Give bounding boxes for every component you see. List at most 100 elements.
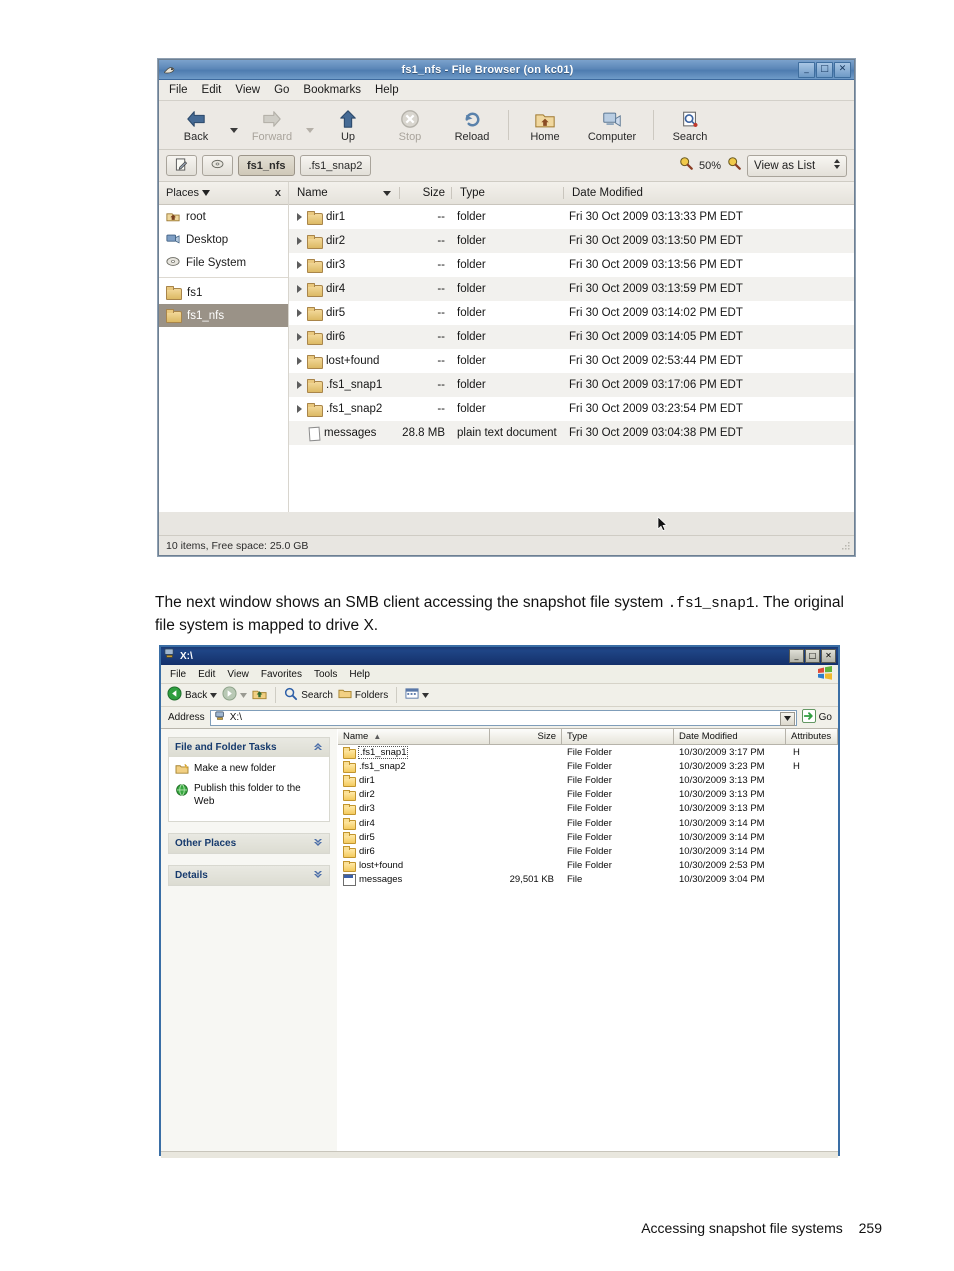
menu-edit[interactable]: Edit [198, 669, 215, 680]
table-row[interactable]: dir3 -- folder Fri 30 Oct 2009 03:13:56 … [289, 253, 854, 277]
go-button[interactable]: Go [801, 709, 838, 726]
view-mode-select[interactable]: View as List [747, 154, 847, 177]
chevron-down-icon[interactable] [240, 690, 248, 701]
zoom-out-icon[interactable] [679, 156, 693, 175]
table-row[interactable]: lost+found -- folder Fri 30 Oct 2009 02:… [289, 349, 854, 373]
maximize-button[interactable]: □ [805, 649, 820, 663]
column-header-date-modified[interactable]: Date Modified [563, 187, 854, 199]
sidebar-item-fs1-nfs[interactable]: fs1_nfs [159, 304, 288, 327]
sidebar-item-fs1[interactable]: fs1 [159, 281, 288, 304]
xp-window-controls[interactable]: _ □ ✕ [789, 649, 836, 663]
menu-help[interactable]: Help [375, 84, 399, 96]
address-input[interactable]: X:\ [209, 709, 797, 726]
table-row[interactable]: dir1 -- folder Fri 30 Oct 2009 03:13:33 … [289, 205, 854, 229]
reload-button[interactable]: Reload [441, 103, 503, 147]
forward-button[interactable] [222, 686, 248, 704]
sidebar-item-root[interactable]: root [159, 205, 288, 228]
minimize-button[interactable]: _ [789, 649, 804, 663]
breadcrumb-fs1-snap2[interactable]: .fs1_snap2 [299, 155, 372, 176]
up-button[interactable] [252, 687, 267, 704]
expander-icon[interactable] [295, 405, 303, 413]
close-button[interactable]: ✕ [834, 61, 851, 78]
folders-button[interactable]: Folders [338, 687, 388, 703]
list-item[interactable]: dir6 File Folder 10/30/2009 3:14 PM [338, 844, 838, 858]
expander-icon[interactable] [295, 333, 303, 341]
zoom-in-icon[interactable] [727, 156, 741, 175]
chevron-down-icon[interactable] [422, 690, 430, 701]
expander-icon[interactable] [295, 309, 303, 317]
panel-header[interactable]: Details [169, 866, 329, 885]
gnome-titlebar[interactable]: fs1_nfs - File Browser (on kc01) _ □ ✕ [159, 60, 854, 80]
minimize-button[interactable]: _ [798, 61, 815, 78]
list-item[interactable]: dir2 File Folder 10/30/2009 3:13 PM [338, 788, 838, 802]
window-controls[interactable]: _ □ ✕ [798, 61, 851, 78]
menu-file[interactable]: File [169, 84, 188, 96]
close-button[interactable]: ✕ [821, 649, 836, 663]
places-header[interactable]: Places x [159, 182, 288, 205]
table-row[interactable]: dir4 -- folder Fri 30 Oct 2009 03:13:59 … [289, 277, 854, 301]
back-history-dropdown[interactable] [227, 103, 241, 147]
list-item[interactable]: .fs1_snap2 File Folder 10/30/2009 3:23 P… [338, 759, 838, 773]
panel-header[interactable]: Other Places [169, 834, 329, 853]
expander-icon[interactable] [295, 381, 303, 389]
menu-view[interactable]: View [235, 84, 260, 96]
menu-help[interactable]: Help [349, 669, 370, 680]
column-header-size[interactable]: Size [399, 187, 451, 199]
task-publish-to-web[interactable]: Publish this folder to the Web [175, 783, 323, 808]
home-button[interactable]: Home [514, 103, 576, 147]
menu-go[interactable]: Go [274, 84, 289, 96]
views-button[interactable] [405, 687, 430, 703]
expander-icon[interactable] [295, 357, 303, 365]
menu-view[interactable]: View [227, 669, 249, 680]
table-row[interactable]: dir5 -- folder Fri 30 Oct 2009 03:14:02 … [289, 301, 854, 325]
forward-button[interactable]: Forward [241, 103, 303, 147]
xp-titlebar[interactable]: X:\ _ □ ✕ [161, 647, 838, 665]
edit-location-button[interactable] [166, 155, 197, 176]
expander-icon[interactable] [295, 261, 303, 269]
table-row[interactable]: dir6 -- folder Fri 30 Oct 2009 03:14:05 … [289, 325, 854, 349]
menu-favorites[interactable]: Favorites [261, 669, 302, 680]
table-row[interactable]: dir2 -- folder Fri 30 Oct 2009 03:13:50 … [289, 229, 854, 253]
chevron-down-icon[interactable] [313, 870, 323, 882]
expander-icon[interactable] [295, 213, 303, 221]
table-row[interactable]: messages 28.8 MB plain text document Fri… [289, 421, 854, 445]
breadcrumb-fs1-nfs[interactable]: fs1_nfs [238, 155, 295, 176]
expander-icon[interactable] [295, 285, 303, 293]
chevron-up-icon[interactable] [313, 742, 323, 754]
column-header-attributes[interactable]: Attributes [786, 729, 838, 744]
list-item[interactable]: .fs1_snap1 File Folder 10/30/2009 3:17 P… [338, 745, 838, 759]
forward-history-dropdown[interactable] [303, 103, 317, 147]
maximize-button[interactable]: □ [816, 61, 833, 78]
disc-button[interactable] [202, 155, 233, 176]
menu-edit[interactable]: Edit [202, 84, 222, 96]
list-item[interactable]: lost+found File Folder 10/30/2009 2:53 P… [338, 859, 838, 873]
close-sidebar-button[interactable]: x [275, 187, 281, 199]
up-button[interactable]: Up [317, 103, 379, 147]
search-button[interactable]: Search [284, 687, 333, 704]
column-header-size[interactable]: Size [490, 729, 562, 744]
chevron-down-icon[interactable] [779, 711, 795, 726]
column-header-name[interactable]: Name ▲ [338, 729, 490, 744]
table-row[interactable]: .fs1_snap2 -- folder Fri 30 Oct 2009 03:… [289, 397, 854, 421]
resize-grip-icon[interactable] [841, 541, 851, 551]
back-button[interactable]: Back [167, 686, 218, 704]
column-header-name[interactable]: Name [289, 187, 399, 199]
menu-tools[interactable]: Tools [314, 669, 337, 680]
table-row[interactable]: .fs1_snap1 -- folder Fri 30 Oct 2009 03:… [289, 373, 854, 397]
search-button[interactable]: Search [659, 103, 721, 147]
expander-icon[interactable] [295, 237, 303, 245]
sidebar-item-file-system[interactable]: File System [159, 251, 288, 274]
list-item[interactable]: dir4 File Folder 10/30/2009 3:14 PM [338, 816, 838, 830]
list-item[interactable]: dir5 File Folder 10/30/2009 3:14 PM [338, 830, 838, 844]
panel-header[interactable]: File and Folder Tasks [169, 738, 329, 757]
back-button[interactable]: Back [165, 103, 227, 147]
menu-bookmarks[interactable]: Bookmarks [303, 84, 361, 96]
list-item[interactable]: dir1 File Folder 10/30/2009 3:13 PM [338, 773, 838, 787]
chevron-down-icon[interactable] [210, 690, 218, 701]
list-item[interactable]: messages 29,501 KB File 10/30/2009 3:04 … [338, 873, 838, 887]
stop-button[interactable]: Stop [379, 103, 441, 147]
list-item[interactable]: dir3 File Folder 10/30/2009 3:13 PM [338, 802, 838, 816]
sidebar-item-desktop[interactable]: Desktop [159, 228, 288, 251]
menu-file[interactable]: File [170, 669, 186, 680]
task-make-new-folder[interactable]: Make a new folder [175, 763, 323, 778]
